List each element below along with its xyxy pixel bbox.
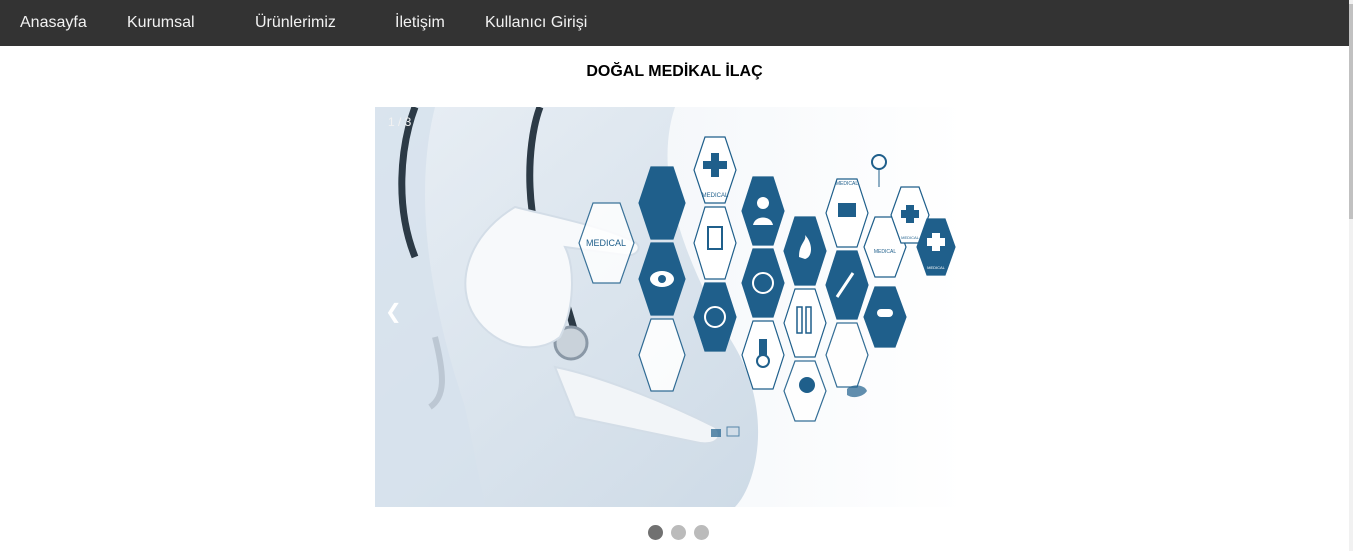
top-navigation: Anasayfa Kurumsal Ürünlerimiz İletişim K… (0, 0, 1353, 46)
hex-label-medical-kit: MEDICAL (836, 181, 858, 187)
nav-link-anasayfa[interactable]: Anasayfa (20, 0, 87, 46)
slide-image-medical: MEDICAL MEDICAL MEDICAL MEDICAL MEDICAL … (375, 107, 965, 507)
page-scrollbar[interactable] (1349, 0, 1353, 551)
previous-slide-button[interactable]: ❮ (385, 299, 402, 323)
slideshow: MEDICAL MEDICAL MEDICAL MEDICAL MEDICAL … (375, 107, 965, 507)
hex-label-medical-large: MEDICAL (586, 238, 626, 248)
page-title: DOĞAL MEDİKAL İLAÇ (586, 63, 763, 80)
hex-label-medical-small-b: MEDICAL (901, 235, 920, 240)
nav-link-kullanici-girisi[interactable]: Kullanıcı Girişi (485, 0, 587, 46)
nav-link-urunlerimiz[interactable]: Ürünlerimiz (255, 0, 336, 46)
nav-link-iletisim[interactable]: İletişim (395, 0, 445, 46)
slide-dot-3[interactable] (694, 525, 709, 540)
slide-dot-1[interactable] (648, 525, 663, 540)
hex-label-medical-cross: MEDICAL (702, 193, 729, 199)
slide-number: 1 / 3 (388, 115, 412, 129)
slide-dot-2[interactable] (671, 525, 686, 540)
hex-label-medical-small-c: MEDICAL (927, 265, 946, 270)
hex-label-medical-small-a: MEDICAL (874, 249, 896, 255)
nav-link-kurumsal[interactable]: Kurumsal (127, 0, 195, 46)
scrollbar-thumb[interactable] (1349, 4, 1353, 219)
